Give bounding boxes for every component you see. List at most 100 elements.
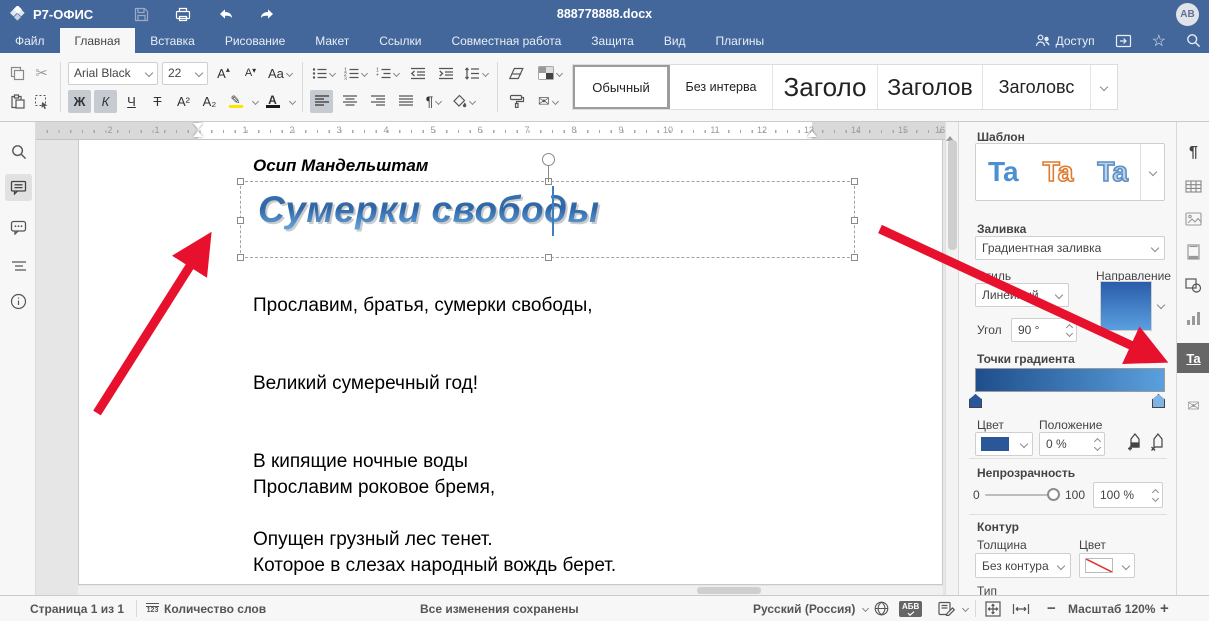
gradient-stop-right[interactable] — [1152, 394, 1165, 408]
remove-gradient-point-button[interactable] — [1150, 432, 1166, 452]
bullet-list-button[interactable] — [310, 62, 337, 85]
resize-handle-w[interactable] — [237, 217, 244, 224]
language-select[interactable]: Русский (Россия) — [753, 596, 868, 621]
align-left-button[interactable] — [310, 90, 333, 113]
font-size-select[interactable]: 22 — [162, 62, 208, 85]
justify-button[interactable] — [394, 90, 417, 113]
align-center-button[interactable] — [338, 90, 361, 113]
undo-button[interactable] — [215, 4, 235, 24]
gradient-color-select[interactable] — [975, 432, 1033, 456]
vertical-scroll-thumb[interactable] — [948, 140, 957, 250]
direction-expand[interactable] — [1157, 301, 1165, 309]
underline-button[interactable]: Ч — [120, 90, 143, 113]
headings-navigation-button[interactable] — [5, 252, 32, 279]
position-spinner[interactable]: 0 % — [1039, 432, 1105, 456]
comments-button[interactable] — [5, 174, 32, 201]
paragraph-marks-button[interactable]: ¶ — [422, 90, 445, 113]
template-gallery-expand[interactable] — [1140, 144, 1164, 200]
chat-button[interactable] — [5, 214, 32, 241]
page-indicator[interactable]: Страница 1 из 1 — [30, 596, 124, 621]
zoom-out-button[interactable]: − — [1047, 596, 1056, 621]
zoom-level[interactable]: Масштаб 120% — [1068, 596, 1155, 621]
clear-style-button[interactable] — [505, 62, 528, 85]
tab-home[interactable]: Главная — [60, 28, 136, 53]
word-count-button[interactable]: 123 Количество слов — [146, 596, 266, 621]
template-sample-2[interactable]: Ta — [1031, 156, 1086, 188]
template-sample-1[interactable]: Ta — [976, 156, 1031, 188]
numbered-list-button[interactable]: 123 — [342, 62, 369, 85]
angle-spinner[interactable]: 90 ° — [1011, 318, 1077, 342]
paragraph-settings-button[interactable]: ¶ — [1177, 139, 1209, 167]
template-sample-3[interactable]: Ta — [1085, 156, 1140, 188]
style-heading3[interactable]: Заголовс — [983, 65, 1091, 109]
left-indent-marker[interactable] — [193, 131, 203, 137]
resize-handle-e[interactable] — [851, 217, 858, 224]
gradient-stop-left[interactable] — [969, 394, 982, 408]
redo-button[interactable] — [257, 4, 277, 24]
document-page[interactable]: Осип Мандельштам Сумерки свободы Прослав… — [78, 140, 943, 585]
change-case-button[interactable]: Aa — [266, 62, 294, 85]
gradient-style-select[interactable]: Линейный — [975, 283, 1069, 307]
opacity-slider-handle[interactable] — [1047, 488, 1060, 501]
styles-gallery-expand-button[interactable] — [1091, 65, 1117, 109]
doc-author-line[interactable]: Осип Мандельштам — [253, 156, 428, 176]
spellcheck-button[interactable]: АБВ — [899, 596, 922, 621]
style-heading2[interactable]: Заголов — [878, 65, 983, 109]
opacity-spinner[interactable]: 100 % — [1093, 482, 1163, 508]
tab-references[interactable]: Ссылки — [364, 28, 436, 53]
multilevel-list-button[interactable]: 1+ — [374, 62, 401, 85]
select-all-button[interactable] — [30, 90, 53, 113]
font-color-button[interactable]: А — [261, 90, 284, 113]
style-heading1[interactable]: Заголо — [773, 65, 878, 109]
increase-font-button[interactable]: A▴ — [212, 62, 235, 85]
italic-button[interactable]: К — [94, 90, 117, 113]
wordart-title[interactable]: Сумерки свободы — [258, 190, 600, 230]
mail-merge-button[interactable]: ✉ — [536, 90, 560, 113]
gradient-bar[interactable] — [975, 368, 1165, 392]
cut-button[interactable]: ✂ — [30, 62, 53, 85]
font-color-arrow[interactable] — [289, 97, 296, 104]
strikethrough-button[interactable]: Т — [146, 90, 169, 113]
vertical-scrollbar[interactable] — [945, 122, 958, 595]
shading-fill-button[interactable] — [450, 90, 477, 113]
image-settings-button[interactable] — [1177, 205, 1209, 233]
table-shading-button[interactable] — [536, 62, 564, 85]
mailmerge-settings-button[interactable]: ✉ — [1177, 392, 1209, 420]
set-language-button[interactable] — [874, 596, 889, 621]
bold-button[interactable]: Ж — [68, 90, 91, 113]
subscript-button[interactable]: A₂ — [198, 90, 221, 113]
outline-color-select[interactable] — [1079, 553, 1135, 578]
right-indent-marker[interactable] — [807, 131, 817, 137]
copy-button[interactable] — [6, 62, 29, 85]
horizontal-ruler[interactable]: 2 1 1 2 3 4 5 6 7 8 9 10 11 12 13 14 15 … — [36, 122, 945, 140]
document-canvas[interactable]: Осип Мандельштам Сумерки свободы Прослав… — [36, 140, 945, 595]
template-gallery[interactable]: Ta Ta Ta — [975, 143, 1165, 201]
decrease-font-button[interactable]: A▾ — [239, 62, 262, 85]
highlight-color-arrow[interactable] — [252, 97, 259, 104]
header-footer-settings-button[interactable] — [1177, 238, 1209, 266]
textart-settings-button[interactable]: Ta — [1177, 343, 1209, 373]
tab-protection[interactable]: Защита — [576, 28, 649, 53]
resize-handle-se[interactable] — [851, 254, 858, 261]
highlight-color-button[interactable]: ✎ — [224, 90, 247, 113]
tab-file[interactable]: Файл — [0, 28, 60, 53]
avatar[interactable]: AB — [1176, 3, 1199, 26]
increase-indent-button[interactable] — [434, 62, 457, 85]
share-access-button[interactable]: Доступ — [1035, 34, 1095, 48]
line-spacing-button[interactable] — [462, 62, 490, 85]
save-button[interactable] — [131, 4, 151, 24]
zoom-in-button[interactable]: + — [1160, 596, 1169, 621]
tab-collaboration[interactable]: Совместная работа — [436, 28, 576, 53]
shape-settings-button[interactable] — [1177, 271, 1209, 299]
copy-style-button[interactable] — [505, 90, 528, 113]
align-right-button[interactable] — [366, 90, 389, 113]
poem-stanza-2[interactable]: Прославим роковое бремя, Которое в слеза… — [253, 423, 697, 595]
resize-handle-ne[interactable] — [851, 178, 858, 185]
font-name-select[interactable]: Arial Black — [68, 62, 158, 85]
fit-page-button[interactable] — [985, 596, 1001, 621]
first-line-indent-marker[interactable] — [193, 123, 203, 129]
decrease-indent-button[interactable] — [406, 62, 429, 85]
direction-preview[interactable] — [1100, 281, 1152, 331]
tab-insert[interactable]: Вставка — [135, 28, 210, 53]
resize-handle-sw[interactable] — [237, 254, 244, 261]
